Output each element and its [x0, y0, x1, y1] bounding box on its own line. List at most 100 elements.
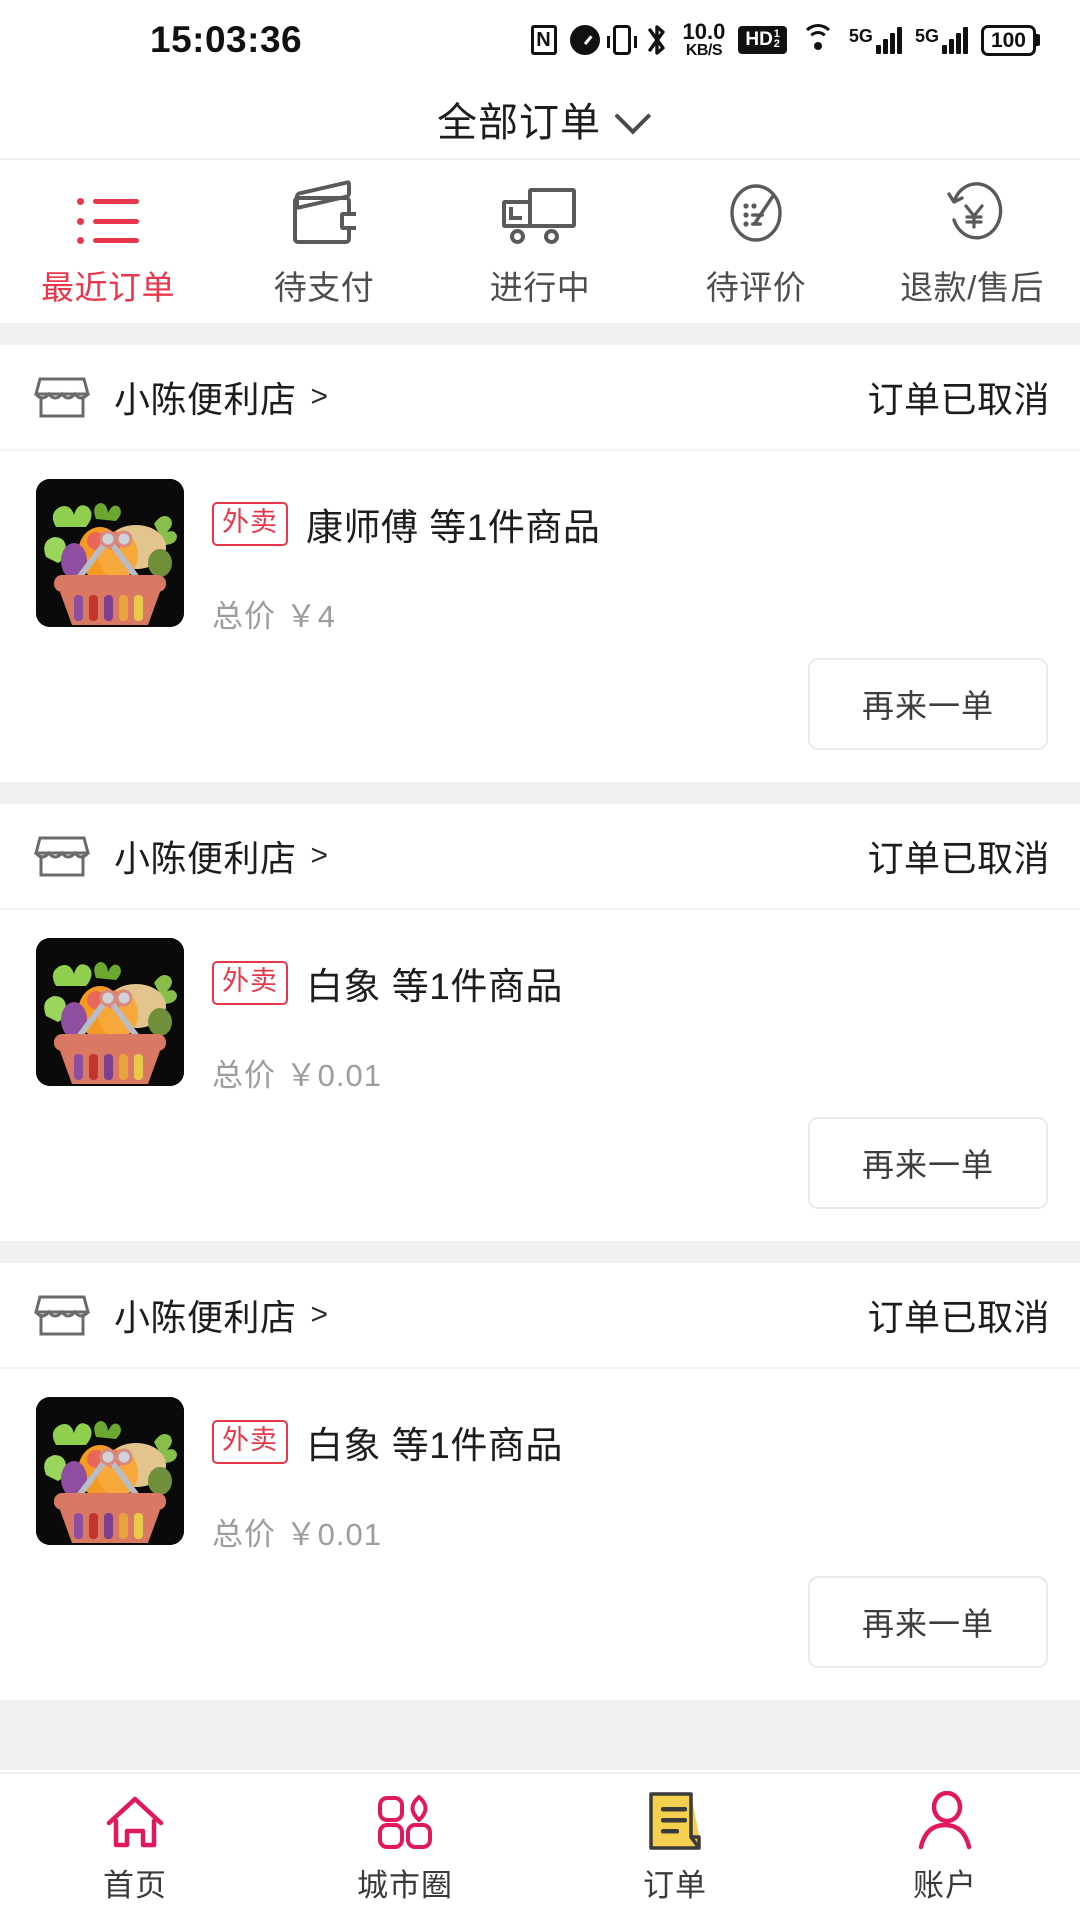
list-separator	[0, 782, 1080, 804]
order-card-footer: 再来一单	[0, 658, 1080, 782]
category-tabs: 最近订单 待支付 进行中 待评价 退款/售后	[0, 160, 1080, 323]
price-label: 总价	[212, 1517, 276, 1552]
product-title: 白象 等1件商品	[306, 1425, 563, 1466]
order-status: 订单已取消	[867, 1297, 1050, 1338]
order-card-header[interactable]: 小陈便利店 > 订单已取消	[0, 1263, 1080, 1369]
order-document-icon	[647, 1789, 703, 1851]
product-title: 白象 等1件商品	[306, 966, 563, 1007]
delivery-badge: 外卖	[212, 1420, 288, 1464]
bottom-navigation-bar: 首页 城市圈 订单 账户	[0, 1772, 1080, 1920]
hd-label: HD	[745, 29, 773, 51]
chevron-right-icon[interactable]: >	[311, 380, 329, 414]
order-card-header[interactable]: 小陈便利店 > 订单已取消	[0, 804, 1080, 910]
home-icon	[103, 1789, 167, 1851]
network-speed-unit: KB/S	[685, 42, 723, 59]
reorder-button[interactable]: 再来一单	[807, 1576, 1048, 1668]
status-bar: 15:03:36 N 10.0 KB/S HD 1 2 5G 5G 100	[0, 0, 1080, 80]
order-card-footer: 再来一单	[0, 1576, 1080, 1700]
bottom-nav-orders[interactable]: 订单	[540, 1789, 810, 1905]
tab-pending-review[interactable]: 待评价	[648, 182, 864, 309]
product-title: 康师傅 等1件商品	[306, 507, 601, 548]
status-bar-icons: N 10.0 KB/S HD 1 2 5G 5G 100	[530, 21, 1056, 59]
order-price: 总价 ￥0.01	[212, 1050, 1050, 1095]
price-label: 总价	[212, 1058, 276, 1093]
product-info: 外卖 白象 等1件商品 总价 ￥0.01	[184, 1397, 1050, 1554]
delivery-badge: 外卖	[212, 502, 288, 546]
list-separator	[0, 1241, 1080, 1263]
price-value: ￥0.01	[285, 1058, 382, 1093]
chevron-down-icon[interactable]	[614, 97, 652, 135]
shop-name: 小陈便利店	[114, 1297, 297, 1338]
signal-5g-2-icon: 5G	[915, 26, 968, 54]
product-thumbnail[interactable]	[36, 938, 184, 1086]
list-icon	[77, 182, 139, 244]
tab-label: 待支付	[273, 269, 375, 306]
shop-icon	[34, 833, 90, 879]
reorder-button[interactable]: 再来一单	[807, 658, 1048, 750]
price-value: ￥4	[285, 599, 336, 634]
bottom-nav-label: 订单	[643, 1868, 707, 1903]
page-title-bar[interactable]: 全部订单	[0, 80, 1080, 158]
order-price: 总价 ￥0.01	[212, 1509, 1050, 1554]
page-title: 全部订单	[437, 101, 601, 145]
list-separator	[0, 1700, 1080, 1770]
bottom-nav-city-circle[interactable]: 城市圈	[270, 1789, 540, 1905]
truck-icon	[502, 182, 578, 244]
order-card-body: 外卖 白象 等1件商品 总价 ￥0.01	[0, 1369, 1080, 1576]
wallet-icon	[289, 179, 359, 244]
shop-name: 小陈便利店	[114, 838, 297, 879]
vibrate-icon	[606, 25, 637, 55]
product-title-row: 外卖 康师傅 等1件商品	[212, 497, 1050, 551]
tab-pending-payment[interactable]: 待支付	[216, 179, 432, 309]
nfc-icon: N	[530, 25, 557, 55]
review-icon	[725, 182, 787, 244]
bottom-nav-label: 账户	[913, 1868, 977, 1903]
hd-voice-icon: HD 1 2	[738, 26, 787, 54]
product-info: 外卖 白象 等1件商品 总价 ￥0.01	[184, 938, 1050, 1095]
wifi-icon	[800, 24, 836, 54]
product-title-row: 外卖 白象 等1件商品	[212, 956, 1050, 1010]
nfc-icon-glyph: N	[530, 25, 557, 55]
product-info: 外卖 康师傅 等1件商品 总价 ￥4	[184, 479, 1050, 636]
bottom-nav-home[interactable]: 首页	[0, 1789, 270, 1905]
battery-icon: 100	[980, 24, 1036, 56]
order-price: 总价 ￥4	[212, 591, 1050, 636]
shop-name: 小陈便利店	[114, 379, 297, 420]
order-status: 订单已取消	[867, 379, 1050, 420]
order-list: 小陈便利店 > 订单已取消 外卖 康师傅 等1件商品 总价 ￥4 再来一单 小陈…	[0, 323, 1080, 1770]
tab-refund-aftersale[interactable]: 退款/售后	[864, 182, 1080, 309]
alarm-icon	[569, 25, 600, 55]
chevron-right-icon[interactable]: >	[311, 839, 329, 873]
tab-recent-orders[interactable]: 最近订单	[0, 182, 216, 309]
bottom-nav-account[interactable]: 账户	[810, 1789, 1080, 1905]
battery-level: 100	[980, 24, 1036, 56]
chevron-right-icon[interactable]: >	[311, 1298, 329, 1332]
order-status: 订单已取消	[867, 838, 1050, 879]
status-bar-clock: 15:03:36	[150, 19, 303, 60]
order-card-header[interactable]: 小陈便利店 > 订单已取消	[0, 345, 1080, 451]
order-card[interactable]: 小陈便利店 > 订单已取消	[0, 804, 1080, 1241]
bottom-nav-label: 首页	[103, 1868, 167, 1903]
tab-label: 待评价	[705, 269, 807, 306]
account-person-icon	[916, 1789, 974, 1851]
list-separator	[0, 323, 1080, 345]
bluetooth-icon	[644, 23, 670, 57]
signal-label-2: 5G	[914, 26, 939, 46]
tab-label: 退款/售后	[900, 269, 1044, 306]
tab-label: 进行中	[489, 269, 591, 306]
product-thumbnail[interactable]	[36, 479, 184, 627]
bottom-nav-label: 城市圈	[357, 1868, 453, 1903]
reorder-button[interactable]: 再来一单	[807, 1117, 1048, 1209]
product-title-row: 外卖 白象 等1件商品	[212, 1415, 1050, 1469]
order-card-body: 外卖 康师傅 等1件商品 总价 ￥4	[0, 451, 1080, 658]
refund-icon	[941, 182, 1003, 244]
product-thumbnail[interactable]	[36, 1397, 184, 1545]
price-label: 总价	[212, 599, 276, 634]
order-card-body: 外卖 白象 等1件商品 总价 ￥0.01	[0, 910, 1080, 1117]
tab-in-progress[interactable]: 进行中	[432, 182, 648, 309]
order-card[interactable]: 小陈便利店 > 订单已取消	[0, 1263, 1080, 1700]
price-value: ￥0.01	[285, 1517, 382, 1552]
order-card[interactable]: 小陈便利店 > 订单已取消	[0, 345, 1080, 782]
shop-icon	[34, 374, 90, 420]
delivery-badge: 外卖	[212, 961, 288, 1005]
